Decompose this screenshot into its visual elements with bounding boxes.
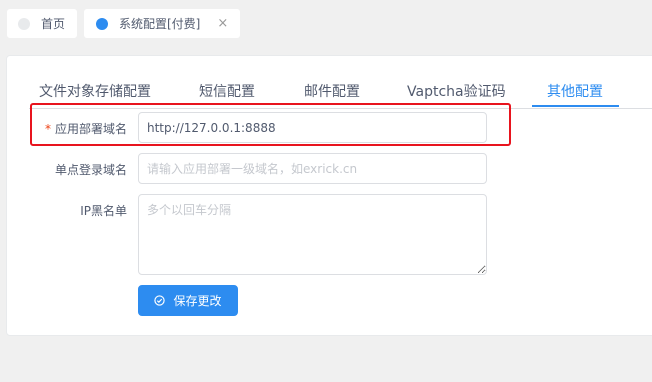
sso-domain-input[interactable]: [138, 153, 487, 184]
check-circle-icon: [154, 295, 166, 306]
grey-dot-icon: [18, 17, 30, 30]
domain-input[interactable]: [138, 112, 487, 143]
required-mark: *: [44, 122, 51, 136]
config-tabs-nav: 文件对象存储配置 短信配置 邮件配置 Vaptcha验证码 其他配置: [29, 56, 652, 109]
tab-home[interactable]: 首页: [7, 9, 77, 38]
ip-blacklist-label: IP黑名单: [80, 204, 127, 218]
ip-blacklist-textarea[interactable]: [138, 194, 487, 275]
tab-bar: 首页 系统配置[付费] ×: [0, 0, 652, 46]
tab-email[interactable]: 邮件配置: [304, 81, 360, 101]
save-button-label: 保存更改: [173, 294, 222, 308]
tab-system-config-label: 系统配置[付费]: [119, 17, 201, 31]
domain-label-text: 应用部署域名: [54, 122, 127, 136]
sso-domain-label: 单点登录域名: [54, 163, 127, 177]
config-card: 文件对象存储配置 短信配置 邮件配置 Vaptcha验证码 其他配置 * 应用部署…: [6, 55, 652, 336]
tab-other[interactable]: 其他配置: [547, 81, 603, 101]
close-icon[interactable]: ×: [217, 16, 228, 31]
active-tab-indicator: [532, 105, 619, 107]
save-button[interactable]: 保存更改: [138, 285, 238, 316]
tab-sms[interactable]: 短信配置: [199, 81, 255, 101]
domain-label: * 应用部署域名: [7, 120, 127, 137]
tab-home-label: 首页: [41, 17, 66, 31]
tab-system-config[interactable]: 系统配置[付费] ×: [84, 9, 240, 38]
tab-vaptcha[interactable]: Vaptcha验证码: [407, 81, 506, 101]
tab-file-storage[interactable]: 文件对象存储配置: [39, 81, 151, 101]
blue-dot-icon: [96, 17, 108, 30]
